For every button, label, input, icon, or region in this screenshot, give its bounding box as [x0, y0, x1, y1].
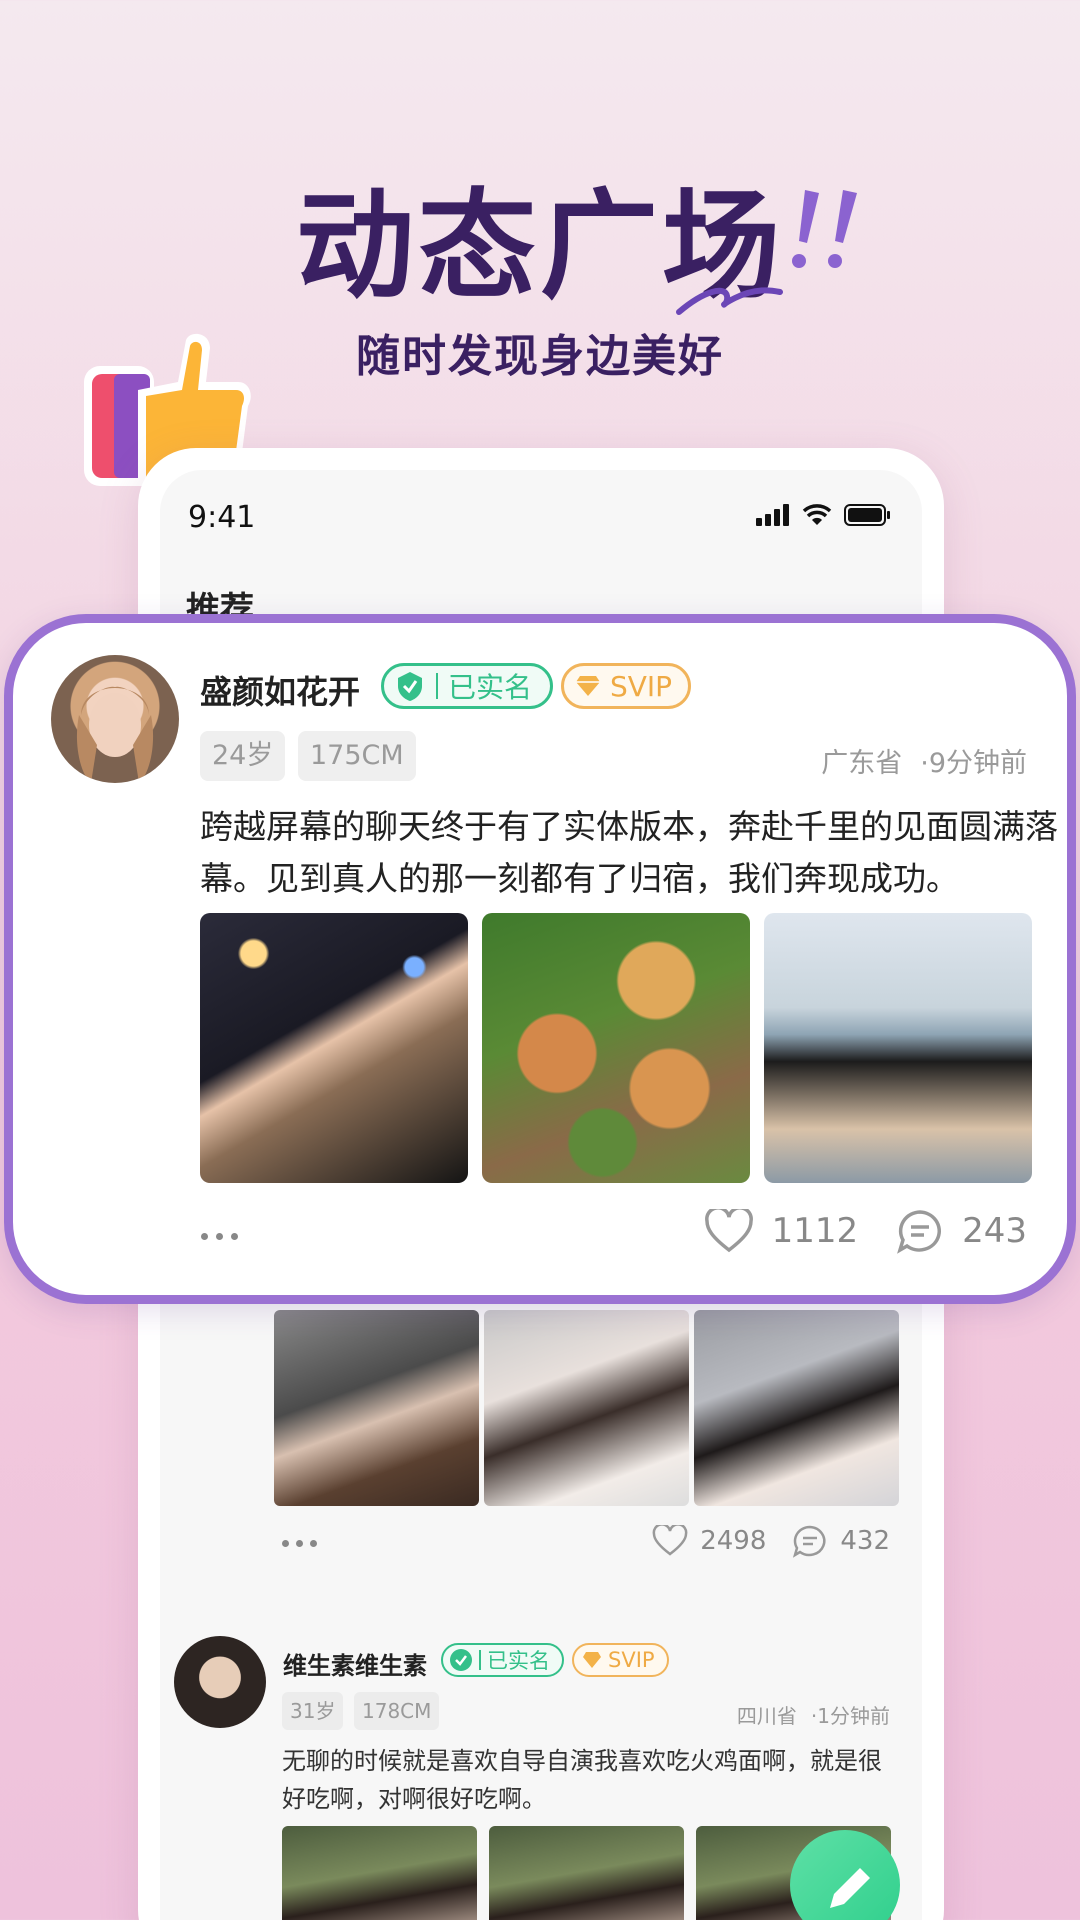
svip-badge: SVIP [561, 663, 692, 709]
comment-icon[interactable] [792, 1524, 828, 1558]
post-meta: 四川省 ·1分钟前 [737, 1700, 890, 1729]
svip-badge: SVIP [572, 1643, 669, 1677]
post-photo-1[interactable] [200, 913, 468, 1183]
avatar[interactable] [174, 1636, 266, 1728]
time-ago: ·1分钟前 [810, 1704, 890, 1728]
height-tag: 175CM [298, 731, 416, 781]
heart-icon[interactable] [652, 1525, 688, 1557]
compose-button[interactable] [790, 1830, 900, 1920]
post2-like-count: 2498 [700, 1526, 767, 1556]
height-tag: 178CM [354, 1692, 440, 1730]
status-time: 9:41 [188, 500, 256, 535]
location: 四川省 [736, 1704, 797, 1728]
comment-count: 243 [962, 1211, 1027, 1251]
diamond-icon [583, 1652, 601, 1668]
post2-photo-1[interactable] [274, 1310, 479, 1506]
post-photo-2[interactable] [482, 913, 750, 1183]
username[interactable]: 盛颜如花开 [200, 667, 360, 713]
exclamation-decoration [792, 190, 857, 268]
wifi-icon [802, 504, 832, 525]
post2-actions: 2498 432 [652, 1524, 890, 1558]
post3-photo-2[interactable] [489, 1826, 684, 1920]
location: 广东省 [821, 748, 903, 779]
comment-icon[interactable] [896, 1208, 944, 1254]
post-actions: 1112 243 [704, 1208, 1027, 1254]
post2-more-button[interactable] [282, 1540, 317, 1547]
post3-photo-1[interactable] [282, 1826, 477, 1920]
avatar[interactable] [51, 655, 179, 783]
post-text: 无聊的时候就是喜欢自导自演我喜欢吃火鸡面啊，就是很好吃啊，对啊很好吃啊。 [282, 1747, 882, 1813]
heart-icon[interactable] [704, 1209, 754, 1253]
post-text: 跨越屏幕的聊天终于有了实体版本，奔赴千里的见面圆满落幕。见到真人的那一刻都有了归… [200, 807, 1058, 898]
post2-photo-3[interactable] [694, 1310, 899, 1506]
pencil-icon [830, 1868, 870, 1908]
check-shield-icon [398, 672, 422, 701]
post-photo-3[interactable] [764, 913, 1032, 1183]
post2-comment-count: 432 [840, 1526, 890, 1556]
verified-badge: 已实名 [441, 1643, 564, 1677]
check-shield-icon [450, 1649, 472, 1671]
like-count: 1112 [771, 1211, 859, 1251]
squiggle-decoration [676, 287, 783, 315]
more-button[interactable] [201, 1233, 238, 1240]
username[interactable]: 维生素维生素 [283, 1646, 427, 1681]
status-icons [756, 503, 892, 527]
battery-icon [844, 504, 890, 526]
featured-post-card[interactable]: 盛颜如花开 已实名 SVIP 24岁 175CM 广东省 ·9分钟前 跨越屏幕的… [4, 614, 1076, 1304]
post2-photo-2[interactable] [484, 1310, 689, 1506]
hero-title: 动态广场 [295, 177, 784, 315]
signal-icon [756, 504, 789, 526]
time-ago: ·9分钟前 [920, 748, 1027, 779]
post-meta: 广东省 ·9分钟前 [821, 741, 1027, 780]
diamond-icon [576, 676, 600, 696]
age-tag: 31岁 [282, 1692, 344, 1730]
verified-badge: 已实名 [381, 663, 554, 709]
age-tag: 24岁 [200, 731, 286, 781]
